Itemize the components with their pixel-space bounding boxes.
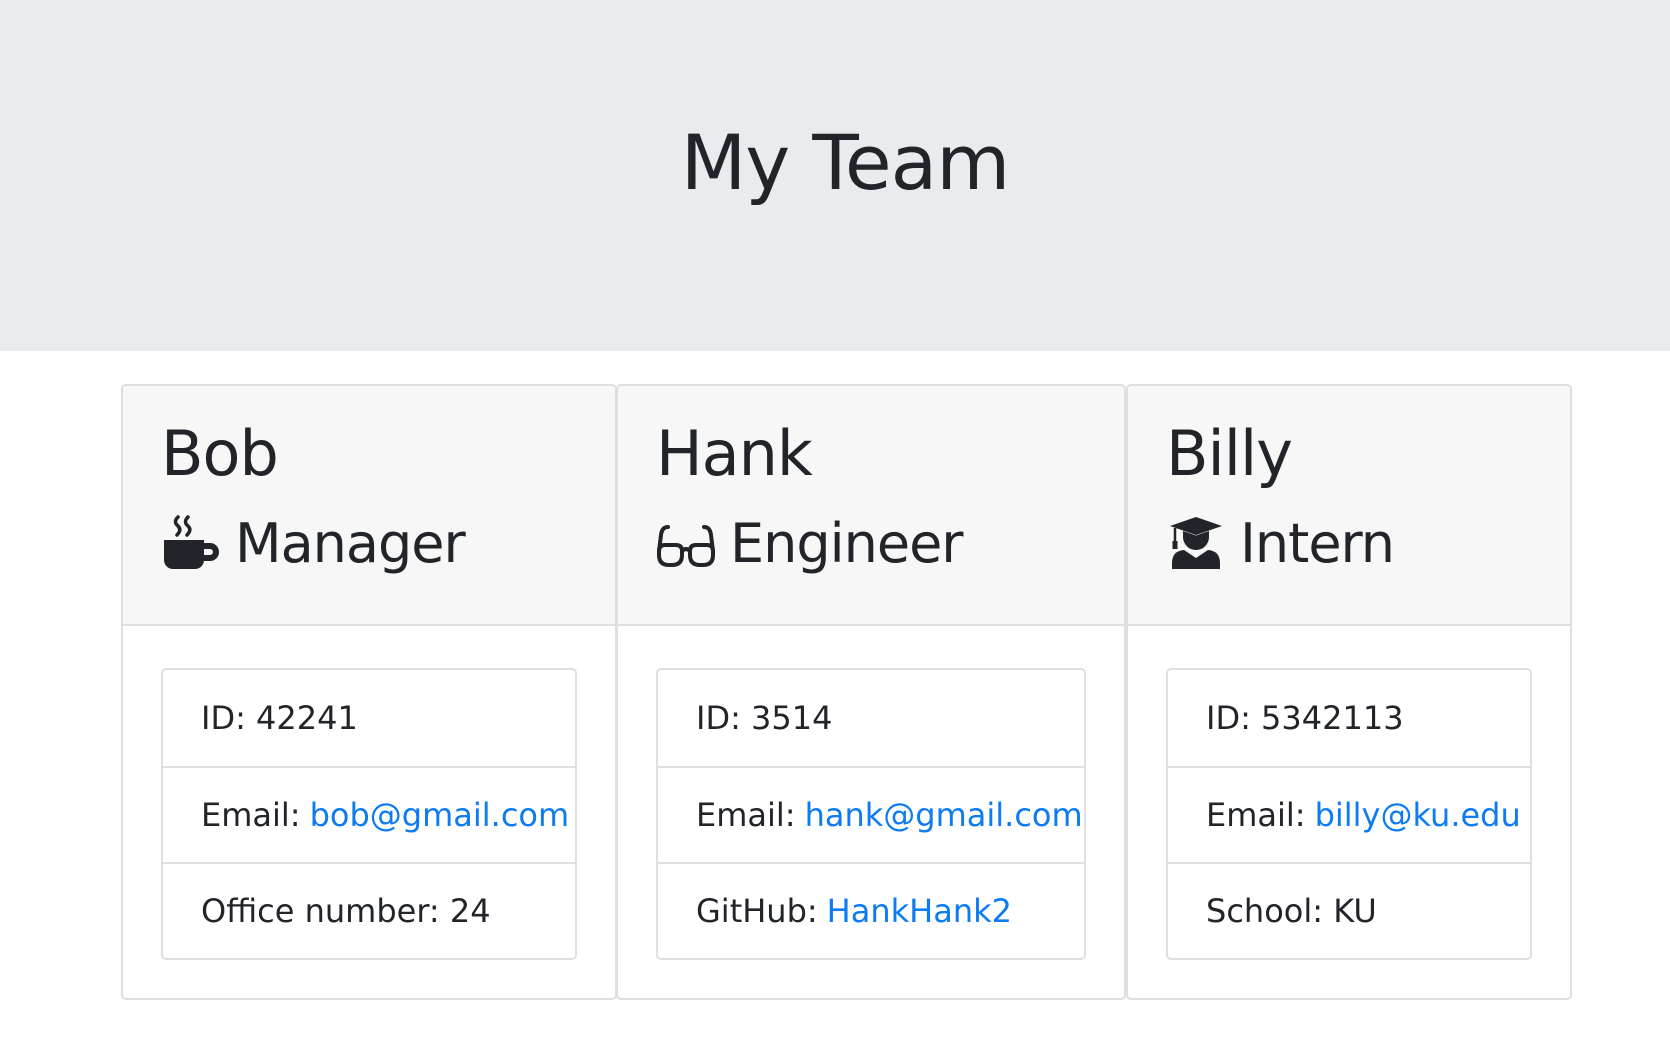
employee-details-list: ID: 42241 Email: bob@gmail.com Office num… [161, 668, 577, 960]
card-header: Bob Manager [123, 386, 615, 626]
list-item-school: School: KU [1168, 862, 1530, 958]
employee-role: Engineer [656, 508, 963, 578]
employee-role: Intern [1166, 508, 1395, 578]
email-label: Email: [696, 796, 796, 834]
role-label: Intern [1240, 511, 1395, 575]
email-link[interactable]: hank@gmail.com [805, 796, 1083, 834]
list-item-id: ID: 42241 [163, 670, 575, 766]
email-label: Email: [201, 796, 301, 834]
id-value: 42241 [256, 699, 358, 737]
list-item-email: Email: bob@gmail.com [163, 766, 575, 862]
employee-name: Hank [656, 417, 813, 490]
office-number-value: 24 [449, 892, 491, 930]
employee-role: Manager [161, 508, 466, 578]
id-value: 3514 [751, 699, 833, 737]
card-header: Hank Engineer [618, 386, 1124, 626]
card-header: Billy Intern [1128, 386, 1570, 626]
glasses-icon [656, 513, 716, 573]
employee-details-list: ID: 3514 Email: hank@gmail.com GitHub: Han… [656, 668, 1086, 960]
list-item-email: Email: billy@ku.edu [1168, 766, 1530, 862]
list-item-id: ID: 5342113 [1168, 670, 1530, 766]
office-number-label: Office number: [201, 892, 440, 930]
list-item-github: GitHub: HankHank2 [658, 862, 1084, 958]
employee-name: Billy [1166, 417, 1293, 490]
github-link[interactable]: HankHank2 [827, 892, 1012, 930]
email-link[interactable]: bob@gmail.com [310, 796, 570, 834]
list-item-email: Email: hank@gmail.com [658, 766, 1084, 862]
mug-hot-icon [161, 513, 221, 573]
email-link[interactable]: billy@ku.edu [1315, 796, 1521, 834]
github-label: GitHub: [696, 892, 818, 930]
list-item-office-number: Office number: 24 [163, 862, 575, 958]
jumbotron-header: My Team [0, 0, 1670, 351]
id-label: ID: [696, 699, 741, 737]
user-graduate-icon [1166, 513, 1226, 573]
email-label: Email: [1206, 796, 1306, 834]
employee-card-manager: Bob Manager ID: 42241 Email: bob@gmail.co… [121, 384, 617, 1000]
employee-details-list: ID: 5342113 Email: billy@ku.edu School: K… [1166, 668, 1532, 960]
school-label: School: [1206, 892, 1324, 930]
employee-name: Bob [161, 417, 279, 490]
employee-card-intern: Billy Intern ID: 5342113 Email: billy@ku.… [1126, 384, 1572, 1000]
id-label: ID: [201, 699, 246, 737]
role-label: Manager [235, 511, 466, 575]
id-label: ID: [1206, 699, 1251, 737]
employee-card-engineer: Hank Engineer ID: 3514 Email: hank@gmail.… [616, 384, 1126, 1000]
list-item-id: ID: 3514 [658, 670, 1084, 766]
school-value: KU [1333, 892, 1377, 930]
page-title: My Team [680, 118, 1011, 207]
role-label: Engineer [730, 511, 963, 575]
id-value: 5342113 [1261, 699, 1404, 737]
